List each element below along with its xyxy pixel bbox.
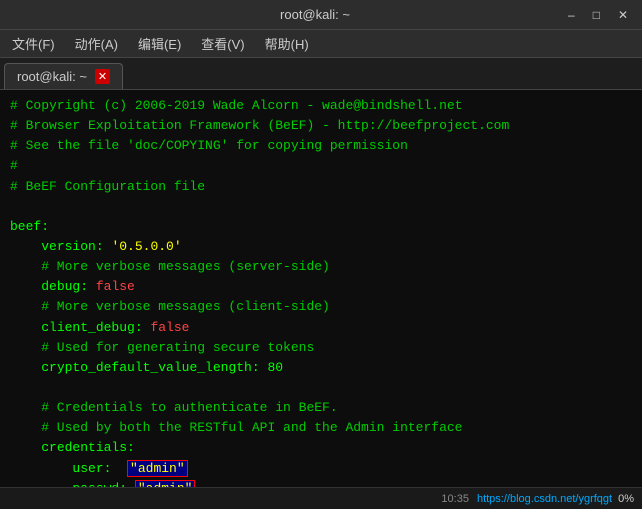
- line-16: # Credentials to authenticate in BeEF.: [10, 398, 632, 418]
- status-percent: 0%: [618, 493, 634, 505]
- status-bar: 10:35 https://blog.csdn.net/ygrfqgt 0%: [0, 487, 642, 509]
- line-20: passwd: "admin": [10, 479, 632, 487]
- line-11: # More verbose messages (client-side): [10, 297, 632, 317]
- line-6: [10, 197, 632, 217]
- menu-action[interactable]: 动作(A): [67, 31, 126, 56]
- menu-file[interactable]: 文件(F): [4, 31, 63, 56]
- user-value: "admin": [127, 460, 188, 477]
- minimize-button[interactable]: –: [562, 6, 581, 24]
- status-url: https://blog.csdn.net/ygrfqgt: [477, 493, 612, 505]
- status-time: 10:35: [441, 493, 469, 505]
- line-7: beef:: [10, 217, 632, 237]
- line-19: user: "admin": [10, 459, 632, 479]
- terminal-content: # Copyright (c) 2006-2019 Wade Alcorn - …: [0, 90, 642, 487]
- menu-edit[interactable]: 编辑(E): [130, 31, 189, 56]
- line-15: [10, 378, 632, 398]
- line-14: crypto_default_value_length: 80: [10, 358, 632, 378]
- line-2: # Browser Exploitation Framework (BeEF) …: [10, 116, 632, 136]
- line-4: #: [10, 156, 632, 176]
- line-12: client_debug: false: [10, 318, 632, 338]
- line-18: credentials:: [10, 438, 632, 458]
- line-13: # Used for generating secure tokens: [10, 338, 632, 358]
- maximize-button[interactable]: □: [587, 6, 606, 24]
- line-3: # See the file 'doc/COPYING' for copying…: [10, 136, 632, 156]
- line-10: debug: false: [10, 277, 632, 297]
- line-1: # Copyright (c) 2006-2019 Wade Alcorn - …: [10, 96, 632, 116]
- title-bar: root@kali: ~ – □ ✕: [0, 0, 642, 30]
- close-button[interactable]: ✕: [612, 6, 634, 24]
- tab-close-button[interactable]: ✕: [95, 69, 110, 84]
- tab-bar: root@kali: ~ ✕: [0, 58, 642, 90]
- tab-label: root@kali: ~: [17, 69, 87, 84]
- line-8: version: '0.5.0.0': [10, 237, 632, 257]
- menu-view[interactable]: 查看(V): [193, 31, 252, 56]
- window-controls[interactable]: – □ ✕: [562, 6, 634, 24]
- line-9: # More verbose messages (server-side): [10, 257, 632, 277]
- tab-root[interactable]: root@kali: ~ ✕: [4, 63, 123, 89]
- menu-help[interactable]: 帮助(H): [257, 31, 317, 56]
- line-17: # Used by both the RESTful API and the A…: [10, 418, 632, 438]
- line-5: # BeEF Configuration file: [10, 177, 632, 197]
- window-title: root@kali: ~: [68, 7, 562, 22]
- menu-bar: 文件(F) 动作(A) 编辑(E) 查看(V) 帮助(H): [0, 30, 642, 58]
- passwd-value: "admin": [135, 480, 196, 487]
